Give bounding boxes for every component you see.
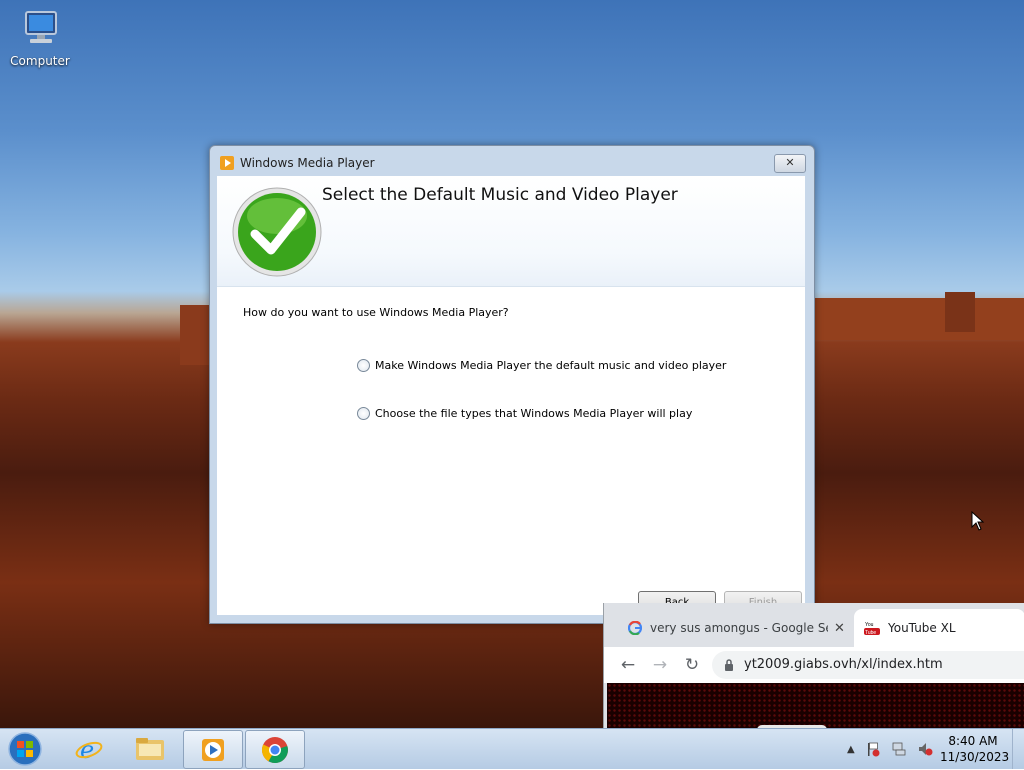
question-label: How do you want to use Windows Media Pla…: [243, 306, 509, 319]
url-text[interactable]: yt2009.giabs.ovh/xl/index.htm: [744, 657, 943, 672]
tab-label: YouTube XL: [888, 621, 956, 635]
forward-arrow-icon[interactable]: →: [648, 653, 672, 677]
rock-formation: [180, 305, 210, 365]
tab-close-button[interactable]: ✕: [834, 621, 845, 636]
taskbar-google-chrome[interactable]: [245, 730, 305, 769]
reload-icon[interactable]: ↻: [680, 653, 704, 677]
checkmark-icon: [232, 187, 322, 277]
rock-formation: [815, 298, 1024, 340]
system-tray: ▲: [842, 729, 938, 769]
option-choose-file-types[interactable]: Choose the file types that Windows Media…: [357, 407, 692, 420]
youtube-icon: You Tube: [864, 621, 880, 636]
wmp-setup-dialog: Windows Media Player ✕ Select the Defaul…: [209, 145, 815, 624]
wmp-icon: [220, 156, 234, 170]
wmp-icon: [202, 738, 224, 761]
desktop-icon-label: Computer: [10, 54, 70, 68]
web-page-content[interactable]: [607, 683, 1024, 728]
dialog-header: Select the Default Music and Video Playe…: [217, 176, 805, 287]
network-icon[interactable]: [891, 741, 907, 757]
svg-text:You: You: [865, 622, 874, 628]
taskbar-windows-media-player[interactable]: [183, 730, 243, 769]
svg-text:e: e: [80, 736, 94, 764]
clock[interactable]: 8:40 AM 11/30/2023: [940, 733, 1010, 765]
desktop-icon-computer[interactable]: Computer: [8, 8, 72, 68]
tab-google-search[interactable]: very sus amongus - Google Search ✕: [618, 609, 858, 647]
clock-time: 8:40 AM: [948, 734, 998, 748]
radio-button[interactable]: [357, 359, 370, 372]
close-button[interactable]: ✕: [774, 154, 806, 173]
chrome-window: very sus amongus - Google Search ✕ You T…: [603, 603, 1024, 728]
address-bar[interactable]: yt2009.giabs.ovh/xl/index.htm: [712, 651, 1024, 679]
tab-label: very sus amongus - Google Search: [650, 621, 828, 635]
radio-button[interactable]: [357, 407, 370, 420]
clock-date: 11/30/2023: [940, 750, 1010, 764]
folder-icon: [136, 737, 164, 760]
mouse-cursor-icon: [971, 511, 985, 531]
taskbar: e ▲ 8:40 AM 11/30/2023: [0, 728, 1024, 769]
rock-formation: [945, 292, 975, 332]
browser-toolbar: ← → ↻ yt2009.giabs.ovh/xl/index.htm: [604, 647, 1024, 683]
dialog-titlebar[interactable]: Windows Media Player ✕: [210, 146, 814, 176]
dialog-content: Select the Default Music and Video Playe…: [217, 176, 805, 615]
lock-icon[interactable]: [724, 659, 734, 671]
show-hidden-icons-arrow[interactable]: ▲: [847, 744, 855, 755]
chrome-icon: [261, 736, 288, 763]
back-arrow-icon[interactable]: ←: [616, 653, 640, 677]
svg-text:Tube: Tube: [865, 630, 876, 636]
taskbar-windows-explorer[interactable]: [121, 730, 179, 767]
computer-icon: [25, 11, 57, 43]
option-label: Make Windows Media Player the default mu…: [375, 359, 727, 372]
taskbar-internet-explorer[interactable]: e: [60, 730, 118, 767]
internet-explorer-icon: e: [75, 736, 103, 764]
option-label: Choose the file types that Windows Media…: [375, 407, 693, 420]
google-icon: [628, 621, 642, 635]
windows-logo-icon: [8, 732, 42, 766]
start-button[interactable]: [6, 731, 44, 767]
option-default-player[interactable]: Make Windows Media Player the default mu…: [357, 359, 726, 372]
page-title: Select the Default Music and Video Playe…: [322, 185, 678, 205]
action-center-flag-icon[interactable]: [865, 741, 881, 757]
volume-muted-icon[interactable]: [917, 741, 933, 757]
show-desktop-button[interactable]: [1012, 729, 1024, 769]
tab-youtube-xl[interactable]: You Tube YouTube XL: [854, 609, 1024, 647]
dialog-title: Windows Media Player: [240, 156, 375, 170]
